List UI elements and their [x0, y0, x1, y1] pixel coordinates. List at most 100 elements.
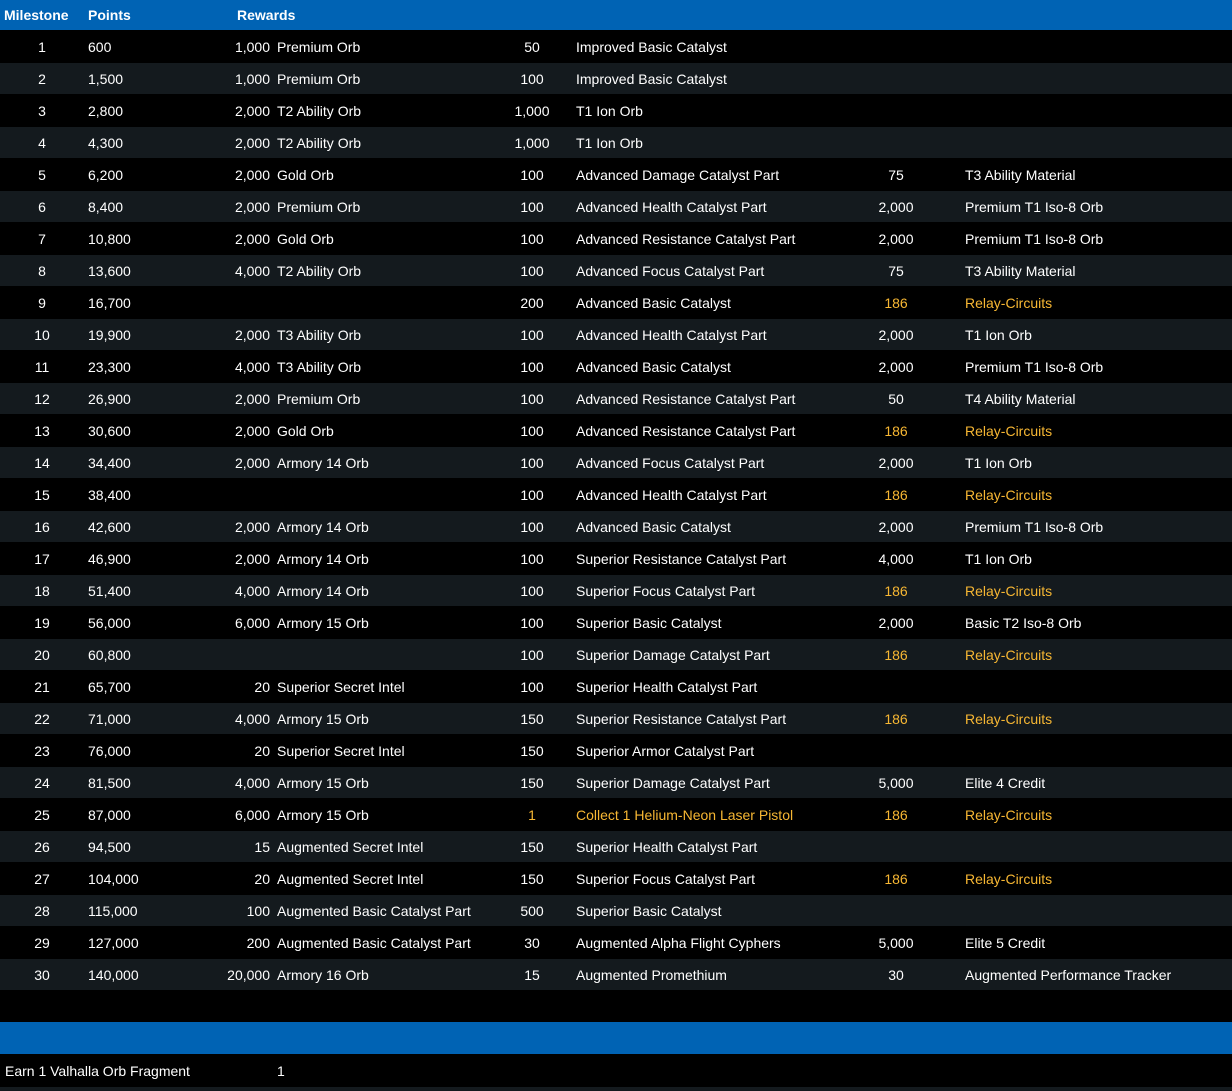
reward2-quantity: 15: [524, 967, 540, 983]
table-row: 28 115,000 100 Augmented Basic Catalyst Par…: [0, 895, 1232, 926]
reward2-name: Superior Focus Catalyst Part: [576, 871, 755, 887]
points-cell: 34,400: [88, 455, 131, 471]
reward3-quantity: 186: [884, 807, 908, 823]
table-row: 12 26,900 2,000 Premium Orb 100 Advanced Resi…: [0, 383, 1232, 414]
table-row: 3 2,800 2,000 T2 Ability Orb 1,000 T1 Ion Orb: [0, 95, 1232, 126]
table-row: 24 81,500 4,000 Armory 15 Orb 150 Superior Da…: [0, 767, 1232, 798]
reward1-quantity: 1,000: [234, 71, 270, 87]
reward2-name: Superior Basic Catalyst: [576, 903, 722, 919]
reward1-name: T2 Ability Orb: [277, 135, 362, 151]
reward3-name: Premium T1 Iso-8 Orb: [965, 231, 1104, 247]
reward3-name: Relay-Circuits: [965, 423, 1053, 439]
reward2-quantity: 100: [520, 487, 544, 503]
reward2-name: Augmented Alpha Flight Cyphers: [576, 935, 781, 951]
reward2-name: Advanced Health Catalyst Part: [576, 199, 767, 215]
milestone-cell: 7: [38, 231, 46, 247]
reward1-quantity: 100: [246, 903, 270, 919]
reward3-name: Elite 4 Credit: [965, 775, 1046, 791]
reward3-quantity: 2,000: [878, 231, 914, 247]
reward3-name: Premium T1 Iso-8 Orb: [965, 359, 1104, 375]
table-row: 20 60,800 100 Superior Damage Catalyst Part…: [0, 639, 1232, 670]
reward1-name: Gold Orb: [277, 231, 334, 247]
milestone-cell: 23: [34, 743, 50, 759]
points-cell: 60,800: [88, 647, 131, 663]
reward3-name: Relay-Circuits: [965, 807, 1053, 823]
points-cell: 38,400: [88, 487, 131, 503]
reward2-name: Superior Armor Catalyst Part: [576, 743, 755, 759]
reward1-quantity: 2,000: [234, 455, 270, 471]
milestone-cell: 14: [34, 455, 50, 471]
milestone-table-body: 1 600 1,000 Premium Orb 50 Improved Basic Cat…: [0, 31, 1232, 991]
reward1-name: Augmented Basic Catalyst Part: [277, 935, 471, 951]
footer-label: Earn 1 Valhalla Orb Fragment: [5, 1063, 190, 1079]
table-row: 2 1,500 1,000 Premium Orb 100 Improved Basic …: [0, 63, 1232, 94]
reward3-name: T3 Ability Material: [965, 263, 1076, 279]
table-row: 22 71,000 4,000 Armory 15 Orb 150 Superior Re…: [0, 703, 1232, 734]
reward2-quantity: 1,000: [514, 103, 550, 119]
table-row: 16 42,600 2,000 Armory 14 Orb 100 Advanced Ba…: [0, 511, 1232, 542]
table-row: 26 94,500 15 Augmented Secret Intel 150 Super…: [0, 831, 1232, 862]
table-row: 15 38,400 100 Advanced Health Catalyst Part…: [0, 479, 1232, 510]
table-row: 18 51,400 4,000 Armory 14 Orb 100 Superior Fo…: [0, 575, 1232, 606]
reward3-name: T3 Ability Material: [965, 167, 1076, 183]
reward1-name: Superior Secret Intel: [277, 743, 405, 759]
reward3-name: Relay-Circuits: [965, 295, 1053, 311]
table-row: 6 8,400 2,000 Premium Orb 100 Advanced Health…: [0, 191, 1232, 222]
points-cell: 51,400: [88, 583, 131, 599]
table-row: 30 140,000 20,000 Armory 16 Orb 15 Augmented …: [0, 959, 1232, 990]
reward1-quantity: 4,000: [234, 775, 270, 791]
milestone-cell: 12: [34, 391, 50, 407]
reward1-name: Premium Orb: [277, 391, 361, 407]
table-row: 4 4,300 2,000 T2 Ability Orb 1,000 T1 Ion Orb: [0, 127, 1232, 158]
reward2-quantity: 150: [520, 775, 544, 791]
reward2-name: Superior Focus Catalyst Part: [576, 583, 755, 599]
reward1-quantity: 20: [254, 743, 270, 759]
reward3-quantity: 186: [884, 871, 908, 887]
table-row: 1 600 1,000 Premium Orb 50 Improved Basic Cat…: [0, 31, 1232, 62]
milestone-cell: 1: [38, 39, 46, 55]
points-cell: 65,700: [88, 679, 131, 695]
reward3-quantity: 2,000: [878, 199, 914, 215]
reward2-name: Advanced Damage Catalyst Part: [576, 167, 780, 183]
reward1-name: Armory 15 Orb: [277, 807, 369, 823]
reward3-quantity: 186: [884, 583, 908, 599]
milestone-cell: 8: [38, 263, 46, 279]
reward2-quantity: 30: [524, 935, 540, 951]
reward3-name: Elite 5 Credit: [965, 935, 1046, 951]
reward1-quantity: 200: [246, 935, 270, 951]
points-cell: 16,700: [88, 295, 131, 311]
milestone-cell: 13: [34, 423, 50, 439]
reward2-quantity: 100: [520, 647, 544, 663]
reward2-quantity: 100: [520, 519, 544, 535]
reward1-name: Premium Orb: [277, 39, 361, 55]
reward3-name: Augmented Performance Tracker: [965, 967, 1172, 983]
points-cell: 76,000: [88, 743, 131, 759]
reward2-quantity: 100: [520, 359, 544, 375]
milestone-cell: 16: [34, 519, 50, 535]
reward1-name: T2 Ability Orb: [277, 103, 362, 119]
reward3-name: Premium T1 Iso-8 Orb: [965, 519, 1104, 535]
reward1-name: T3 Ability Orb: [277, 327, 362, 343]
reward3-quantity: 30: [888, 967, 904, 983]
points-cell: 8,400: [88, 199, 124, 215]
reward2-quantity: 500: [520, 903, 544, 919]
reward2-quantity: 150: [520, 711, 544, 727]
points-cell: 23,300: [88, 359, 131, 375]
reward1-quantity: 2,000: [234, 231, 270, 247]
reward2-name: Superior Health Catalyst Part: [576, 679, 758, 695]
milestone-cell: 17: [34, 551, 50, 567]
reward3-name: Relay-Circuits: [965, 647, 1053, 663]
milestone-cell: 25: [34, 807, 50, 823]
reward3-quantity: 2,000: [878, 359, 914, 375]
reward1-name: Superior Secret Intel: [277, 679, 405, 695]
reward3-quantity: 75: [888, 167, 904, 183]
reward1-quantity: 6,000: [234, 807, 270, 823]
milestone-cell: 27: [34, 871, 50, 887]
reward1-quantity: 4,000: [234, 583, 270, 599]
milestone-cell: 28: [34, 903, 50, 919]
reward2-name: Advanced Basic Catalyst: [576, 519, 731, 535]
reward2-name: Advanced Basic Catalyst: [576, 295, 731, 311]
reward1-quantity: 15: [254, 839, 270, 855]
points-cell: 4,300: [88, 135, 124, 151]
reward2-name: Superior Health Catalyst Part: [576, 839, 758, 855]
